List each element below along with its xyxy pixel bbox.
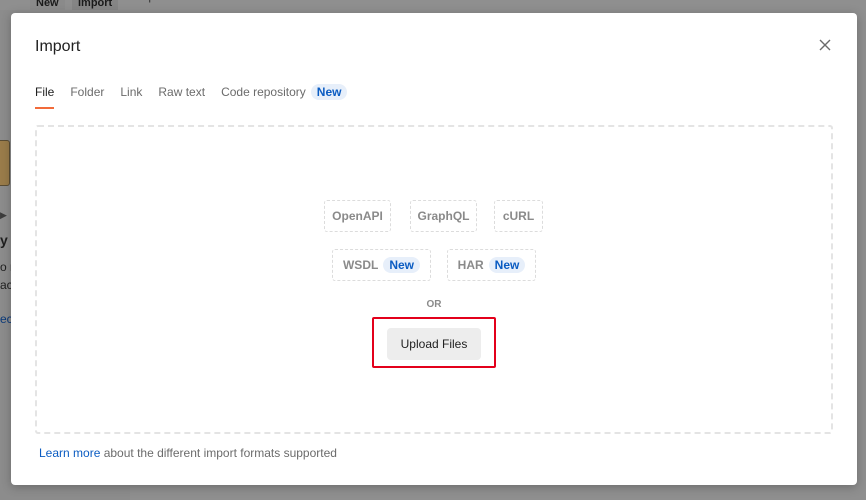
background-text-fragment: y xyxy=(0,232,8,248)
tab-label: Link xyxy=(120,85,143,99)
footer-text: about the different import formats suppo… xyxy=(100,446,337,460)
new-badge: New xyxy=(383,257,420,273)
tab-folder[interactable]: Folder xyxy=(70,85,104,109)
tab-file[interactable]: File xyxy=(35,85,55,109)
close-button[interactable] xyxy=(817,37,833,53)
tab-link[interactable]: Link xyxy=(120,85,142,109)
new-badge: New xyxy=(310,84,348,100)
tab-raw-text[interactable]: Raw text xyxy=(158,85,205,109)
format-label: WSDL xyxy=(342,258,379,272)
tab-label: File xyxy=(35,85,55,99)
format-label: OpenAPI xyxy=(332,209,383,223)
or-separator: OR xyxy=(426,299,442,310)
format-har: HAR New xyxy=(447,249,536,281)
play-icon: ▶ xyxy=(0,210,7,220)
plus-icon: + xyxy=(145,0,154,9)
footer-help-text: Learn more about the different import fo… xyxy=(39,446,337,460)
import-modal: Import File Folder Link Raw text Code re… xyxy=(11,13,857,485)
new-badge: New xyxy=(488,257,526,273)
tab-label: Folder xyxy=(70,85,105,99)
file-drop-zone[interactable] xyxy=(35,125,833,434)
upload-files-button[interactable]: Upload Files xyxy=(387,328,481,360)
format-openapi: OpenAPI xyxy=(324,200,391,232)
more-icon: ∘∘∘ xyxy=(180,0,202,4)
format-label: HAR xyxy=(457,258,484,272)
illustration-icon xyxy=(0,140,10,186)
tab-label: Raw text xyxy=(158,85,206,99)
tab-code-repository[interactable]: Code repository New xyxy=(221,84,348,109)
learn-more-link[interactable]: Learn more xyxy=(39,446,100,460)
import-tabs: File Folder Link Raw text Code repositor… xyxy=(35,84,363,109)
format-graphql: GraphQL xyxy=(410,200,477,232)
close-icon xyxy=(819,39,831,51)
background-topbar: New Import + ∘∘∘ xyxy=(0,0,866,12)
format-label: cURL xyxy=(502,209,535,223)
format-wsdl: WSDL New xyxy=(332,249,431,281)
format-label: GraphQL xyxy=(417,209,470,223)
modal-title: Import xyxy=(35,38,81,55)
tab-label: Code repository xyxy=(221,85,306,99)
format-curl: cURL xyxy=(494,200,543,232)
